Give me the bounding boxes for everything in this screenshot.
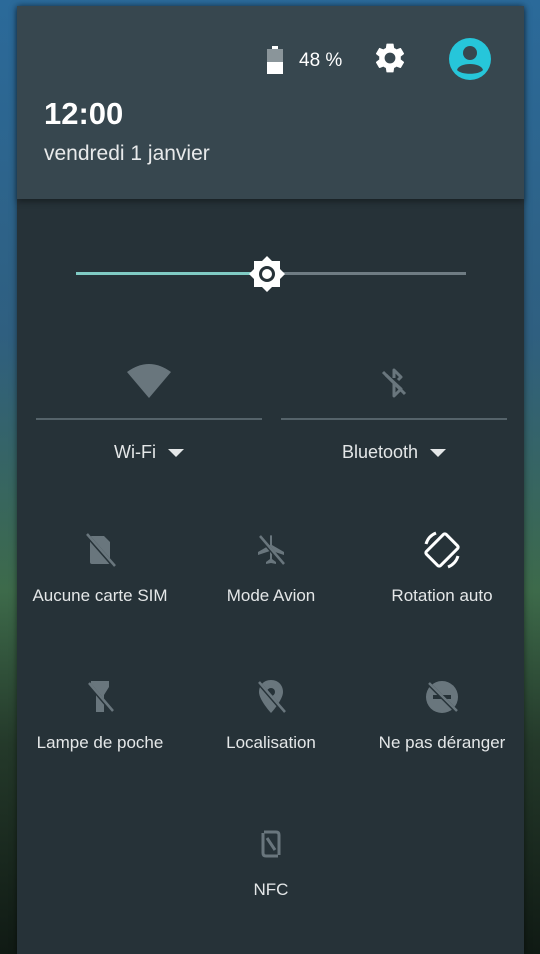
- tile-bluetooth[interactable]: Bluetooth: [281, 346, 507, 486]
- clock-time[interactable]: 12:00: [44, 96, 123, 132]
- battery-percentage: 48 %: [299, 50, 343, 71]
- bluetooth-label-row[interactable]: Bluetooth: [281, 442, 507, 463]
- airplane-mode-off-icon: [257, 534, 285, 566]
- wifi-label: Wi-Fi: [114, 442, 156, 462]
- wifi-icon: [127, 364, 171, 398]
- date-text[interactable]: vendredi 1 janvier: [44, 142, 210, 166]
- auto-rotate-icon: [424, 531, 460, 569]
- brightness-slider-fill: [76, 272, 268, 275]
- quick-settings-header: 48 % 12:00 vendredi 1 janvier: [17, 6, 524, 199]
- do-not-disturb-off-icon: [426, 681, 458, 713]
- wifi-label-row[interactable]: Wi-Fi: [36, 442, 262, 463]
- tile-airplane-mode[interactable]: Mode Avion: [186, 528, 356, 638]
- chevron-down-icon: [430, 449, 447, 458]
- quick-settings-panel: 48 % 12:00 vendredi 1 janvier Wi-Fi Blue…: [17, 6, 524, 954]
- tile-label: Ne pas déranger: [378, 733, 506, 752]
- tile-label: NFC: [253, 880, 289, 899]
- tile-label: Localisation: [226, 733, 316, 752]
- user-avatar-icon[interactable]: [449, 38, 491, 80]
- nfc-icon: [261, 830, 281, 858]
- tile-label: Rotation auto: [391, 586, 493, 605]
- settings-gear-icon[interactable]: [372, 40, 408, 76]
- tile-location[interactable]: Localisation: [186, 675, 356, 785]
- tile-no-sim[interactable]: Aucune carte SIM: [15, 528, 185, 638]
- tile-nfc[interactable]: NFC: [186, 822, 356, 932]
- brightness-icon[interactable]: [247, 254, 287, 294]
- tile-flashlight[interactable]: Lampe de poche: [15, 675, 185, 785]
- location-off-icon: [256, 680, 286, 714]
- wifi-divider: [36, 418, 262, 420]
- brightness-slider[interactable]: [76, 254, 466, 294]
- tile-label: Mode Avion: [226, 586, 316, 605]
- flashlight-off-icon: [86, 681, 114, 713]
- tile-label: Lampe de poche: [36, 733, 164, 752]
- tile-wifi[interactable]: Wi-Fi: [36, 346, 262, 486]
- bluetooth-divider: [281, 418, 507, 420]
- battery-icon: [267, 46, 283, 74]
- tile-auto-rotate[interactable]: Rotation auto: [357, 528, 527, 638]
- chevron-down-icon: [167, 449, 184, 458]
- no-sim-icon: [84, 532, 116, 568]
- bluetooth-off-icon: [381, 368, 407, 398]
- tile-do-not-disturb[interactable]: Ne pas déranger: [357, 675, 527, 785]
- bluetooth-label: Bluetooth: [341, 442, 419, 462]
- tile-label: Aucune carte SIM: [32, 586, 168, 605]
